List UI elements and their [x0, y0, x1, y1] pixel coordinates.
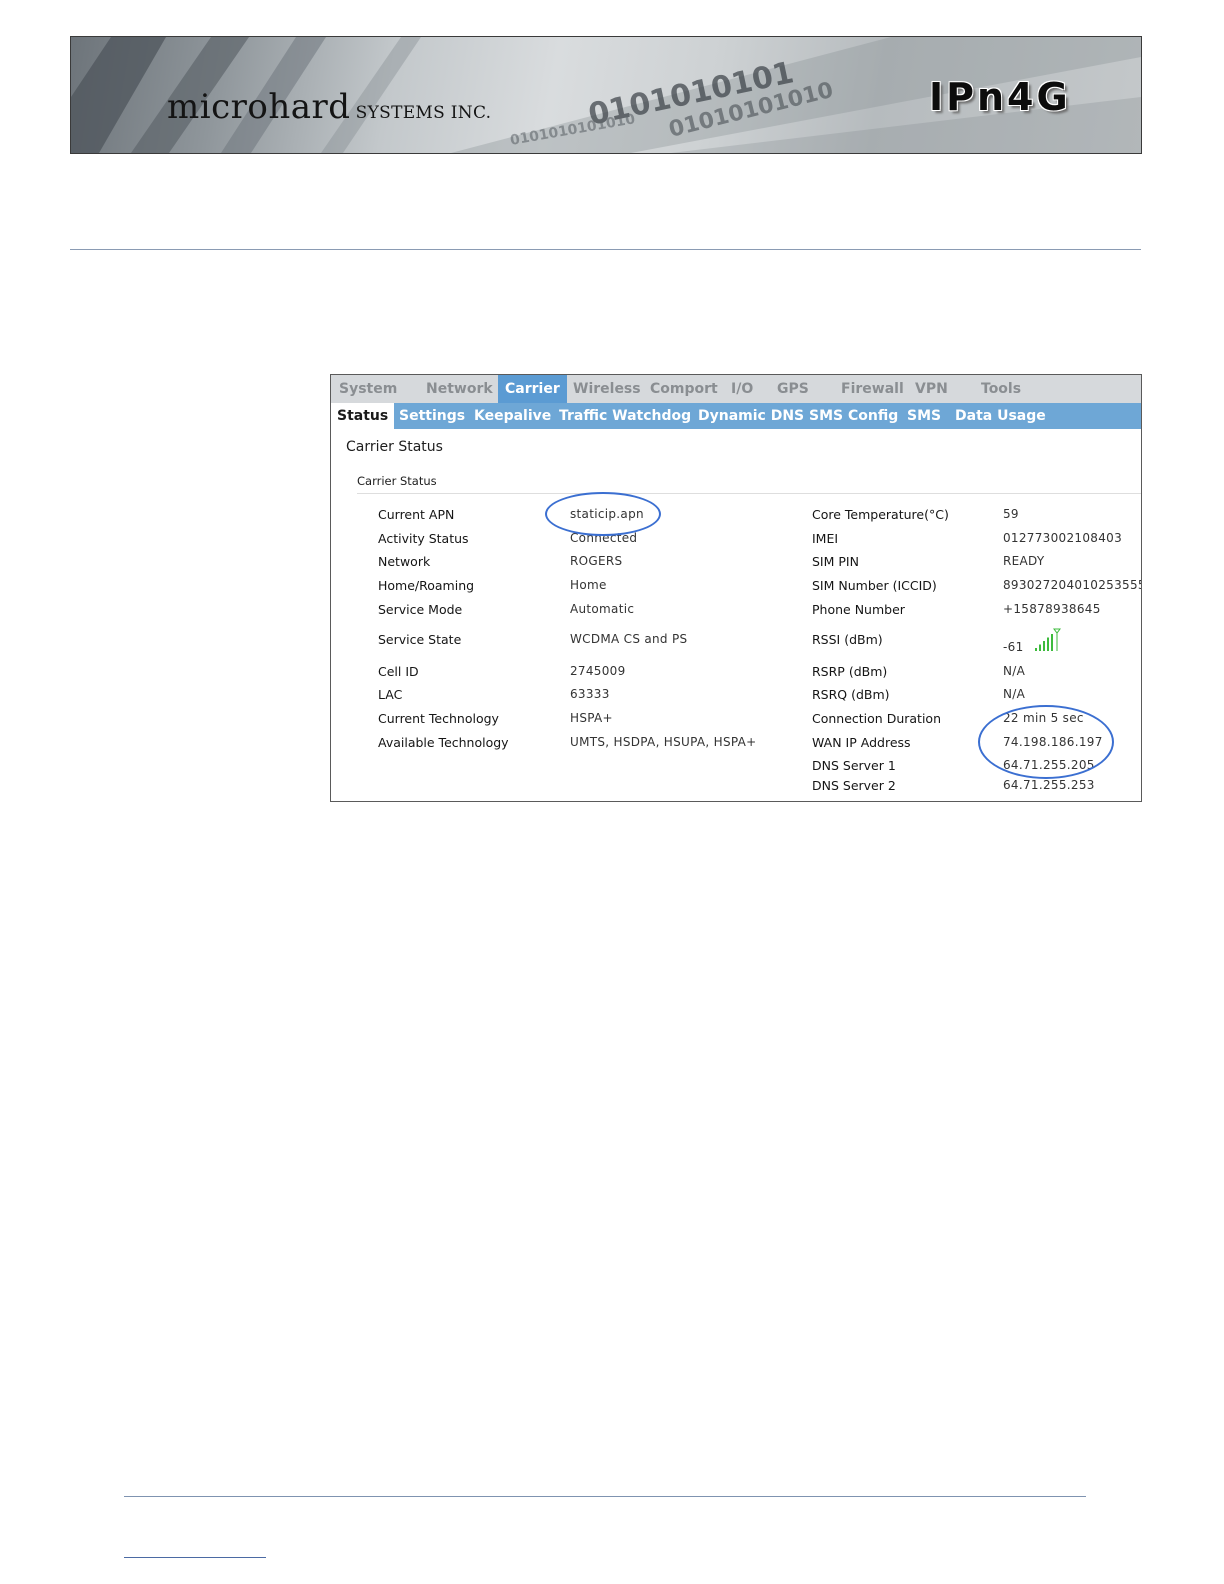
- signal-antenna-icon: [1053, 628, 1061, 651]
- available-technology-value: UMTS, HSDPA, HSUPA, HSPA+: [570, 735, 757, 749]
- subsection-title: Carrier Status: [357, 474, 437, 488]
- tab-gps[interactable]: GPS: [777, 375, 809, 403]
- sub-tab-bar: Status Settings Keepalive Traffic Watchd…: [331, 403, 1141, 429]
- rsrp-value: N/A: [1003, 664, 1026, 678]
- subtab-sms[interactable]: SMS: [907, 403, 941, 429]
- subtab-data-usage[interactable]: Data Usage: [955, 403, 1046, 429]
- field-label: RSSI (dBm): [812, 632, 883, 647]
- field-label: LAC: [378, 687, 403, 702]
- phone-number-value: +15878938645: [1003, 602, 1101, 616]
- tab-system[interactable]: System: [339, 375, 397, 403]
- sim-number-value: 89302720401025355530: [1003, 578, 1141, 592]
- signal-strength-icon: [1035, 628, 1061, 651]
- field-label: Current Technology: [378, 711, 499, 726]
- field-label: Core Temperature(°C): [812, 507, 949, 522]
- field-label: Service Mode: [378, 602, 463, 617]
- subtab-sms-config[interactable]: SMS Config: [809, 403, 898, 429]
- core-temperature-value: 59: [1003, 507, 1019, 521]
- tab-carrier[interactable]: Carrier: [498, 375, 567, 403]
- subtab-status[interactable]: Status: [331, 403, 395, 429]
- footer-short-rule: [124, 1557, 266, 1558]
- field-label: Available Technology: [378, 735, 509, 750]
- service-state-value: WCDMA CS and PS: [570, 632, 688, 646]
- rssi-value: -61: [1003, 640, 1024, 654]
- tab-vpn[interactable]: VPN: [915, 375, 948, 403]
- field-label: DNS Server 1: [812, 758, 896, 773]
- header-banner: 0101010101 01010101010 0101010101010 mic…: [70, 36, 1142, 154]
- brand-suffix: SYSTEMS INC.: [355, 103, 492, 123]
- carrier-status-screenshot: System Network Carrier Wireless Comport …: [330, 374, 1142, 802]
- field-label: Home/Roaming: [378, 578, 475, 593]
- cell-id-value: 2745009: [570, 664, 626, 678]
- field-label: Service State: [378, 632, 462, 647]
- field-label: Cell ID: [378, 664, 419, 679]
- product-name: IPn4G: [929, 75, 1071, 119]
- field-label: Phone Number: [812, 602, 905, 617]
- signal-bar: [1039, 644, 1041, 651]
- signal-bar: [1051, 634, 1053, 651]
- sim-pin-value: READY: [1003, 554, 1045, 568]
- rsrq-value: N/A: [1003, 687, 1026, 701]
- lac-value: 63333: [570, 687, 610, 701]
- header-divider: [70, 249, 1141, 250]
- signal-bar: [1043, 641, 1045, 651]
- subtab-keepalive[interactable]: Keepalive: [474, 403, 551, 429]
- tab-wireless[interactable]: Wireless: [573, 375, 641, 403]
- dns-server-2-value: 64.71.255.253: [1003, 778, 1095, 792]
- signal-bar: [1035, 648, 1037, 651]
- field-label: Current APN: [378, 507, 455, 522]
- field-label: RSRP (dBm): [812, 664, 888, 679]
- field-label: Connection Duration: [812, 711, 941, 726]
- signal-bars: [1035, 634, 1053, 651]
- tab-io[interactable]: I/O: [731, 375, 753, 403]
- tab-comport[interactable]: Comport: [650, 375, 718, 403]
- subtab-traffic-watchdog[interactable]: Traffic Watchdog: [559, 403, 691, 429]
- brand-logo: microhard SYSTEMS INC.: [167, 87, 491, 127]
- subtab-dynamic-dns[interactable]: Dynamic DNS: [698, 403, 804, 429]
- signal-bar: [1047, 637, 1049, 651]
- brand-name: microhard: [167, 87, 351, 127]
- subsection-divider: [357, 493, 1141, 494]
- tab-firewall[interactable]: Firewall: [841, 375, 904, 403]
- main-tab-bar: System Network Carrier Wireless Comport …: [331, 375, 1141, 403]
- section-title: Carrier Status: [346, 439, 443, 455]
- field-label: SIM Number (ICCID): [812, 578, 937, 593]
- imei-value: 012773002108403: [1003, 531, 1123, 545]
- current-technology-value: HSPA+: [570, 711, 613, 725]
- footer-divider: [124, 1496, 1086, 1497]
- field-label: IMEI: [812, 531, 839, 546]
- field-label: Activity Status: [378, 531, 469, 546]
- ip-highlight-circle: [978, 705, 1114, 779]
- field-label: RSRQ (dBm): [812, 687, 890, 702]
- tab-network[interactable]: Network: [426, 375, 493, 403]
- subtab-settings[interactable]: Settings: [399, 403, 465, 429]
- field-label: Network: [378, 554, 431, 569]
- field-label: SIM PIN: [812, 554, 859, 569]
- home-roaming-value: Home: [570, 578, 607, 592]
- field-label: WAN IP Address: [812, 735, 911, 750]
- service-mode-value: Automatic: [570, 602, 635, 616]
- apn-highlight-circle: [545, 492, 661, 536]
- network-value: ROGERS: [570, 554, 623, 568]
- field-label: DNS Server 2: [812, 778, 896, 793]
- tab-tools[interactable]: Tools: [981, 375, 1021, 403]
